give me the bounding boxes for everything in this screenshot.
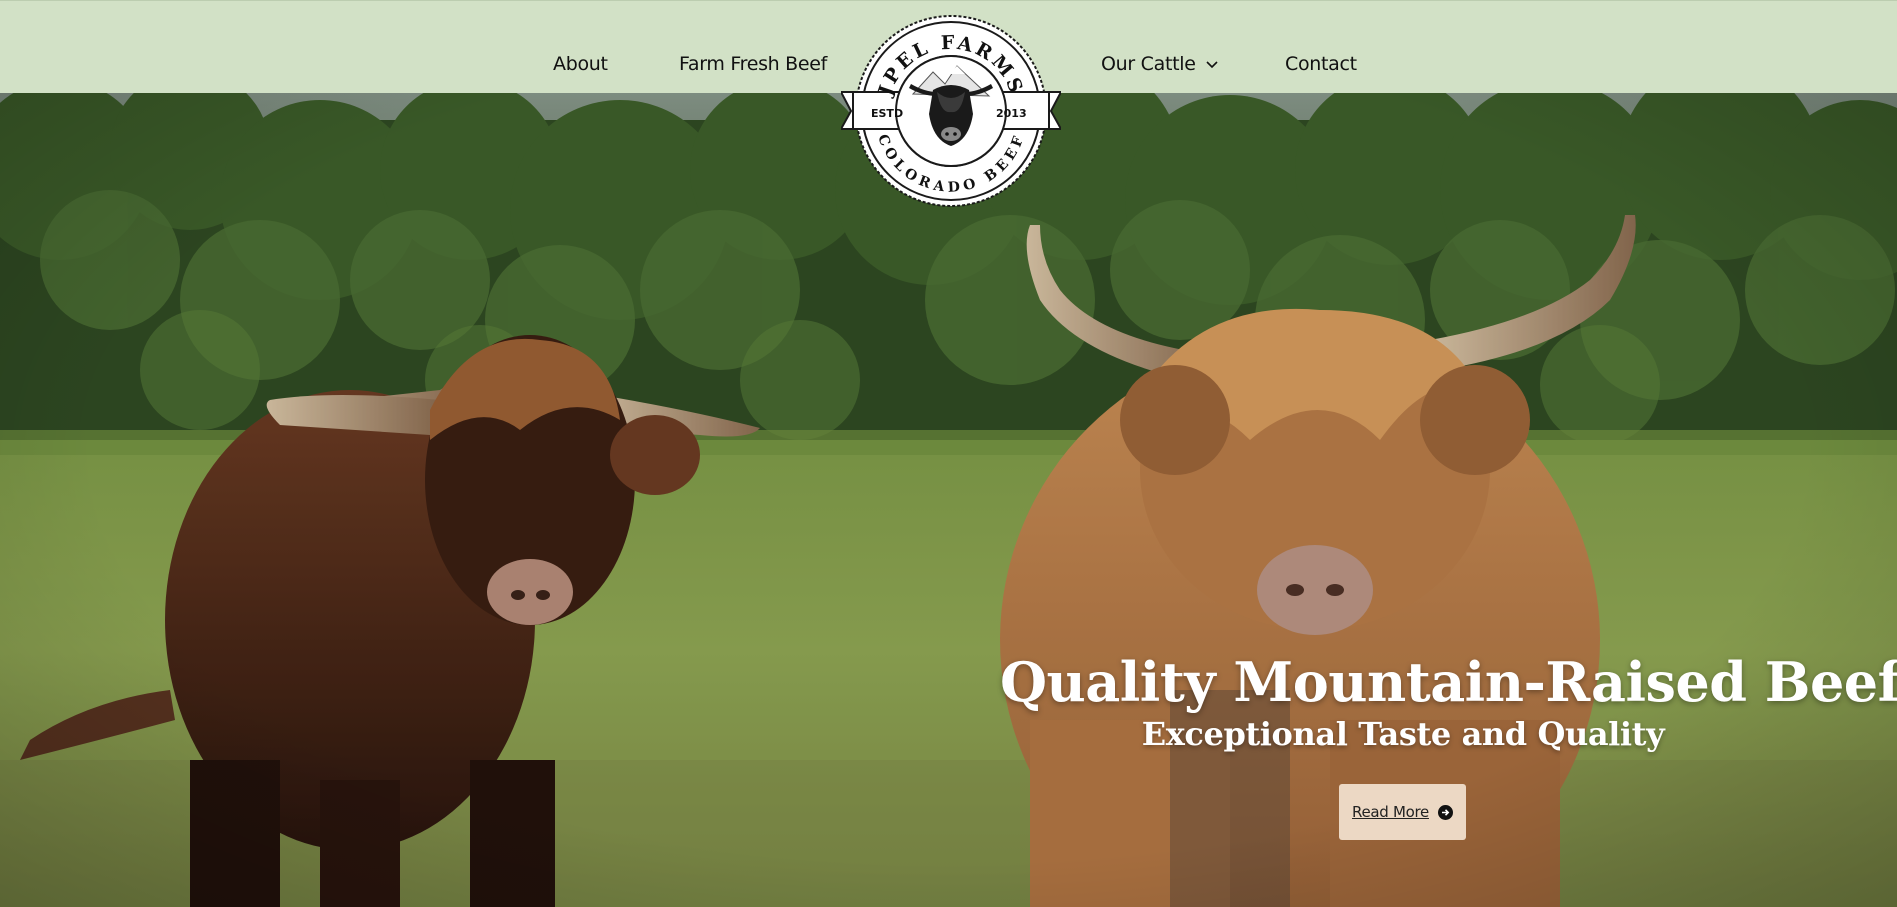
nav-our-cattle-link[interactable]: Our Cattle bbox=[1101, 53, 1218, 75]
logo-emblem: ESTD 2013 JPEL FARMS COLORADO BEEF bbox=[839, 15, 1063, 207]
read-more-label: Read More bbox=[1352, 803, 1429, 821]
nav-our-cattle-label: Our Cattle bbox=[1101, 53, 1196, 75]
logo-estd-text: ESTD bbox=[871, 107, 903, 120]
arrow-right-circle-icon bbox=[1437, 804, 1453, 820]
hero-title: Quality Mountain-Raised Beef bbox=[1000, 650, 1897, 714]
nav-contact-link[interactable]: Contact bbox=[1285, 53, 1357, 75]
read-more-button[interactable]: Read More bbox=[1339, 784, 1466, 840]
logo-year-text: 2013 bbox=[996, 107, 1027, 120]
nav-farm-fresh-beef-link[interactable]: Farm Fresh Beef bbox=[679, 53, 827, 75]
nav-about-link[interactable]: About bbox=[553, 53, 608, 75]
chevron-down-icon[interactable] bbox=[1206, 58, 1218, 73]
hero-subtitle: Exceptional Taste and Quality bbox=[1141, 715, 1665, 753]
site-logo[interactable]: ESTD 2013 JPEL FARMS COLORADO BEEF bbox=[839, 14, 1063, 208]
